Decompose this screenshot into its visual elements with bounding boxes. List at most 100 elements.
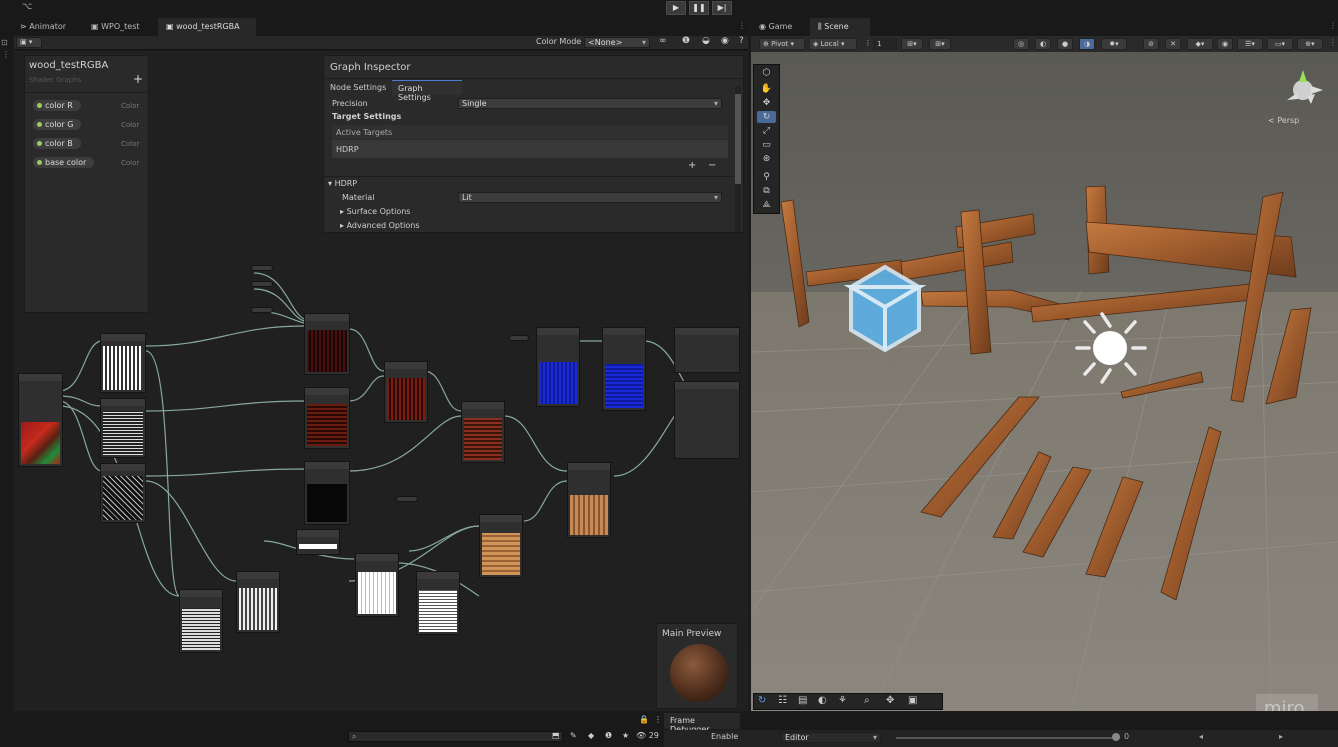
add-property-button[interactable]: + bbox=[133, 72, 143, 86]
node[interactable] bbox=[416, 571, 460, 635]
remove-target-button[interactable]: − bbox=[708, 160, 716, 171]
eye-icon[interactable]: ◉ bbox=[1217, 38, 1233, 50]
hierarchy-icon[interactable]: ⬒ bbox=[552, 731, 560, 740]
node[interactable] bbox=[355, 553, 399, 617]
shaded-icon[interactable]: ◐ bbox=[1035, 38, 1051, 50]
add-target-button[interactable]: + bbox=[688, 160, 696, 171]
multiply-node[interactable] bbox=[479, 514, 523, 578]
pivot-toggle[interactable]: ⊕ Pivot ▾ bbox=[759, 38, 805, 50]
rotate-icon[interactable]: ↻ bbox=[757, 111, 776, 123]
scale-icon[interactable]: ⤢ bbox=[757, 125, 776, 137]
camera-icon[interactable]: ☰▾ bbox=[1237, 38, 1263, 50]
tab-wpo-test[interactable]: ▣ WPO_test bbox=[83, 18, 148, 36]
grid-snap-icon[interactable]: ⋮ bbox=[863, 38, 873, 50]
link-icon[interactable]: ∞ bbox=[659, 36, 667, 46]
transform-icon[interactable]: ⊛ bbox=[757, 153, 776, 165]
add-node[interactable] bbox=[384, 361, 428, 423]
grid-icon[interactable]: ▤ bbox=[798, 695, 807, 706]
grid-icon[interactable]: ⊞▾ bbox=[901, 38, 923, 50]
more-icon[interactable]: ⋮ bbox=[1329, 38, 1337, 47]
component-icon[interactable]: ⧉ bbox=[757, 185, 776, 197]
display-icon[interactable]: ▣ bbox=[908, 695, 917, 706]
multiply-node[interactable] bbox=[304, 313, 350, 375]
display-icon[interactable]: ▭▾ bbox=[1267, 38, 1293, 50]
more-icon[interactable]: ⋮ bbox=[1329, 21, 1337, 30]
graph-icon[interactable]: ⊡ bbox=[1, 38, 8, 47]
property-node[interactable] bbox=[509, 335, 529, 341]
visibility-icon[interactable]: ⊘ bbox=[1143, 38, 1159, 50]
more-icon[interactable]: ⋮ bbox=[654, 715, 662, 724]
node[interactable] bbox=[100, 398, 146, 458]
help-icon[interactable]: ? bbox=[739, 36, 744, 46]
material-select[interactable]: Lit bbox=[458, 192, 722, 203]
play-button[interactable]: ▶ bbox=[666, 1, 686, 15]
save-button[interactable]: ▣ ▾ bbox=[16, 37, 42, 48]
surface-options-foldout[interactable]: ▸ Surface Options bbox=[340, 207, 410, 216]
label-icon[interactable]: ◆ bbox=[588, 731, 594, 740]
tab-wood-testrgba[interactable]: ▣ wood_testRGBA bbox=[158, 18, 256, 36]
search-icon[interactable]: ⌕ bbox=[864, 695, 870, 706]
editor-select[interactable]: Editor bbox=[781, 732, 881, 743]
scene-view[interactable]: < Persp miro bbox=[751, 52, 1338, 711]
property-node[interactable] bbox=[251, 265, 273, 271]
property-node[interactable] bbox=[396, 496, 418, 502]
node[interactable] bbox=[179, 589, 223, 653]
inspector-icon[interactable]: ◒ bbox=[702, 36, 710, 46]
pause-button[interactable]: ❚❚ bbox=[689, 1, 709, 15]
property-color-g[interactable]: color G bbox=[33, 119, 82, 130]
lerp-node[interactable] bbox=[567, 462, 611, 538]
multiply-node[interactable] bbox=[304, 461, 350, 525]
hdrp-foldout[interactable]: ▾ HDRP bbox=[328, 179, 357, 188]
normal-node[interactable] bbox=[536, 327, 580, 407]
multiply-node[interactable] bbox=[304, 387, 350, 449]
next-icon[interactable]: ▸ bbox=[1279, 732, 1283, 741]
tab-node-settings[interactable]: Node Settings bbox=[330, 83, 386, 92]
tab-graph-settings[interactable]: Graph Settings bbox=[392, 80, 462, 102]
color-mode-select[interactable]: <None> bbox=[584, 37, 650, 48]
preview-icon[interactable]: ◉ bbox=[721, 36, 729, 46]
prev-icon[interactable]: ◂ bbox=[1199, 732, 1203, 741]
settings-icon[interactable]: ☷ bbox=[778, 695, 787, 706]
fx-icon[interactable]: ✹▾ bbox=[1101, 38, 1127, 50]
add-node[interactable] bbox=[461, 401, 505, 463]
property-color-r[interactable]: color R bbox=[33, 100, 81, 111]
more-icon[interactable]: ⋮ bbox=[2, 50, 10, 59]
layers-icon[interactable]: ◆▾ bbox=[1187, 38, 1213, 50]
probe-icon[interactable]: ⟁ bbox=[757, 199, 776, 211]
fragment-block[interactable] bbox=[674, 381, 740, 459]
grid-size-input[interactable]: 1 bbox=[873, 38, 897, 50]
property-base-color[interactable]: base color bbox=[33, 157, 95, 168]
custom-tool-icon[interactable]: ⚲ bbox=[757, 171, 776, 183]
star-icon[interactable]: ★ bbox=[622, 731, 629, 740]
property-color-b[interactable]: color B bbox=[33, 138, 81, 149]
node[interactable] bbox=[236, 571, 280, 633]
snap-icon[interactable]: ⊞▾ bbox=[929, 38, 951, 50]
enable-button[interactable]: Enable bbox=[711, 732, 763, 744]
sample-texture-node[interactable] bbox=[18, 373, 63, 467]
node[interactable] bbox=[100, 333, 146, 393]
preview-sphere[interactable] bbox=[670, 644, 728, 702]
lighting-icon[interactable]: ◐ bbox=[818, 695, 827, 706]
wire-icon[interactable]: ● bbox=[1057, 38, 1073, 50]
blackboard-icon[interactable]: ❶ bbox=[682, 36, 690, 46]
inspector-scrollbar[interactable] bbox=[735, 86, 741, 232]
frame-slider[interactable] bbox=[896, 733, 1120, 741]
local-toggle[interactable]: ◈ Local ▾ bbox=[809, 38, 857, 50]
normal-strength-node[interactable] bbox=[602, 327, 646, 411]
tab-frame-debugger[interactable]: Frame Debugger bbox=[664, 713, 740, 734]
pin-icon[interactable]: ✎ bbox=[570, 731, 577, 740]
cube-icon[interactable]: ⬡ bbox=[757, 67, 776, 79]
tab-game[interactable]: ◉ Game bbox=[751, 18, 800, 36]
property-node[interactable] bbox=[251, 307, 273, 313]
refresh-icon[interactable]: ↻ bbox=[758, 695, 766, 706]
tab-scene[interactable]: ⫼ Scene bbox=[810, 18, 870, 36]
draw-mode-icon[interactable]: ◎ bbox=[1013, 38, 1029, 50]
persp-label[interactable]: < Persp bbox=[1268, 116, 1299, 125]
vertex-block[interactable] bbox=[674, 327, 740, 373]
tab-animator[interactable]: ⋗ Animator bbox=[12, 18, 74, 36]
move-icon[interactable]: ✥ bbox=[757, 97, 776, 109]
target-item-hdrp[interactable]: HDRP bbox=[332, 140, 728, 158]
advanced-options-foldout[interactable]: ▸ Advanced Options bbox=[340, 221, 420, 230]
move-icon[interactable]: ✥ bbox=[886, 695, 894, 706]
collab-icon[interactable]: ⌥ bbox=[22, 2, 32, 12]
